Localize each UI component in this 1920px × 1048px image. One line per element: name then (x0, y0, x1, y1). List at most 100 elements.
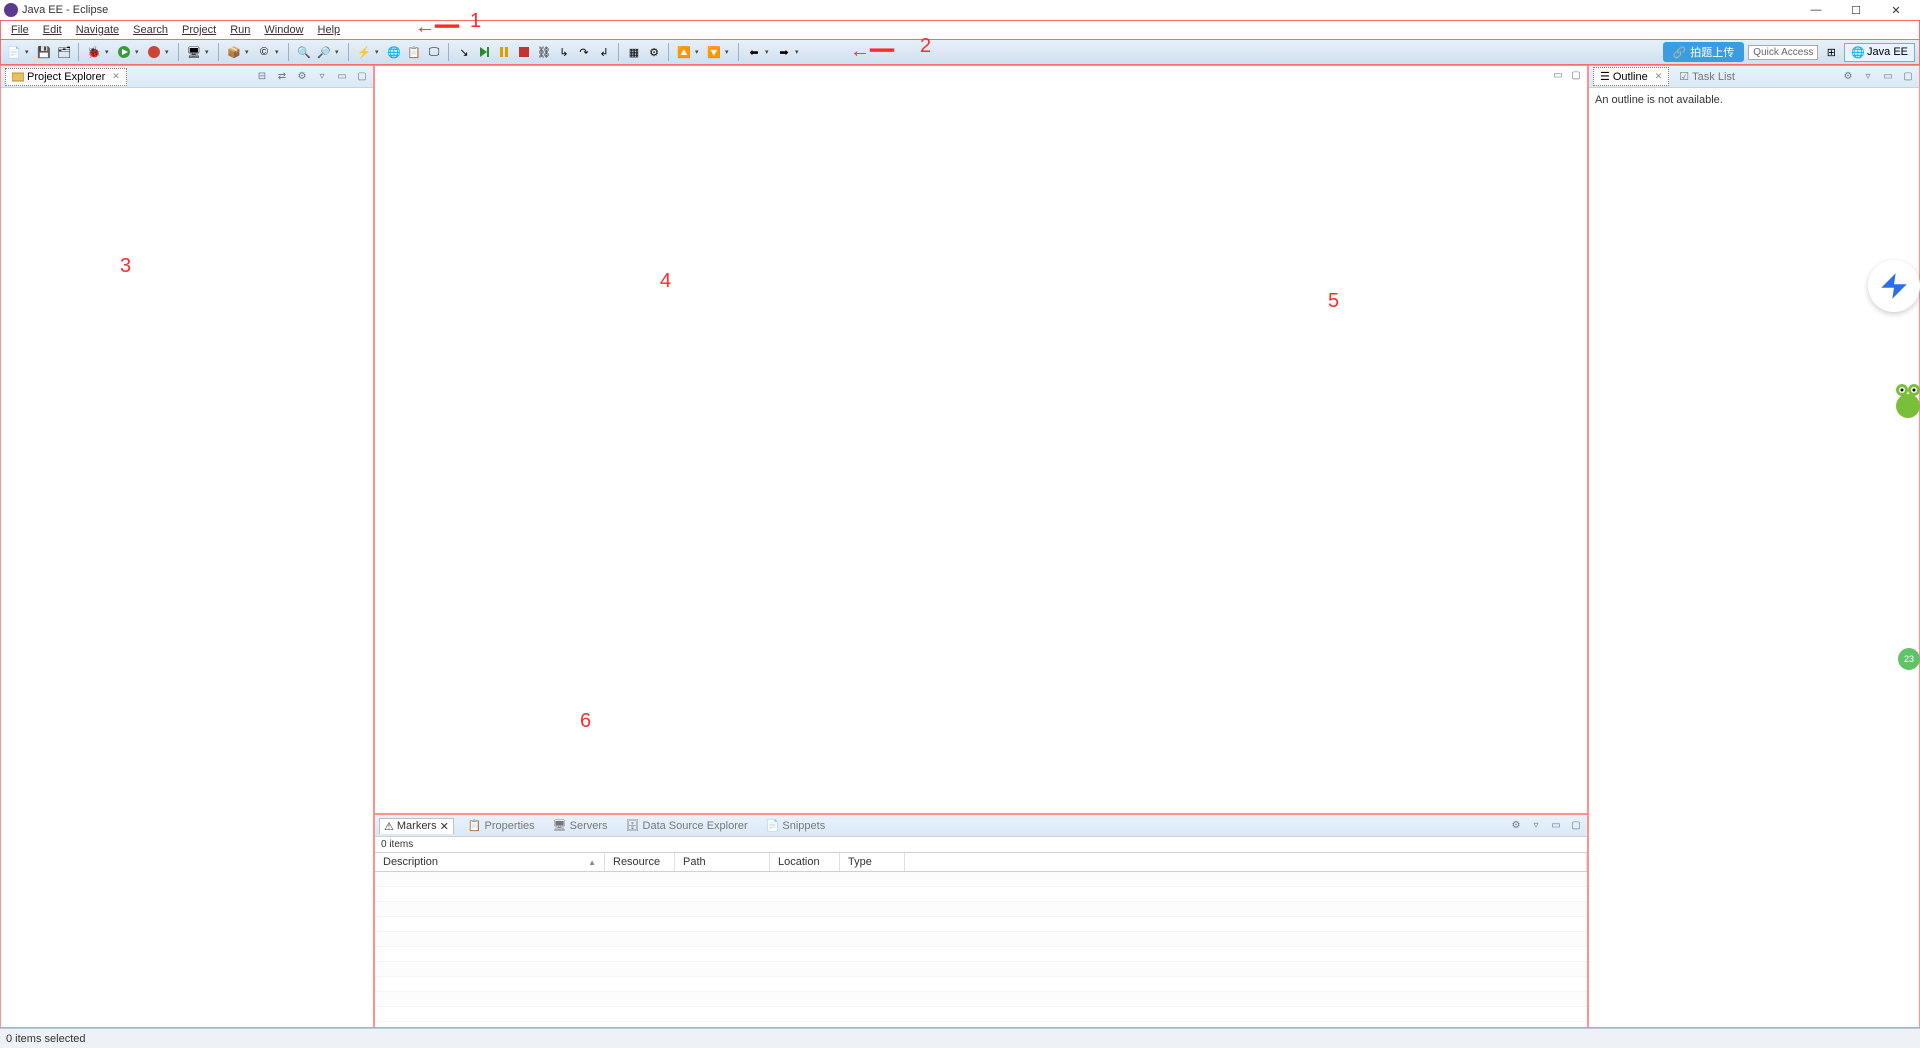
minimize-button[interactable]: — (1796, 0, 1836, 20)
globe-icon[interactable]: 🌐 (385, 43, 403, 61)
dropdown-icon[interactable]: ▾ (335, 48, 343, 56)
jsp-icon[interactable]: 📋 (405, 43, 423, 61)
col-type[interactable]: Type (840, 853, 905, 871)
dropdown-icon[interactable]: ▾ (695, 48, 703, 56)
new-icon[interactable]: 📄 (5, 43, 23, 61)
save-all-icon[interactable]: 🗂 (55, 43, 73, 61)
menu-project[interactable]: Project (176, 22, 222, 38)
step-into-icon[interactable]: ↳ (555, 43, 573, 61)
menu-run[interactable]: Run (224, 22, 256, 38)
search-icon[interactable]: 🔎 (315, 43, 333, 61)
maximize-editor-icon[interactable]: ▢ (1569, 68, 1583, 82)
dropdown-icon[interactable]: ▾ (245, 48, 253, 56)
tab-data-source-explorer[interactable]: 🗄 Data Source Explorer (622, 818, 752, 833)
tab-label: Project Explorer (27, 71, 105, 83)
disconnect-icon[interactable]: ⛓ (535, 43, 553, 61)
tab-label: Data Source Explorer (643, 820, 748, 832)
drop-icon[interactable]: ▦ (625, 43, 643, 61)
close-icon[interactable]: ✕ (440, 820, 449, 833)
close-icon[interactable]: ✕ (1655, 71, 1663, 82)
menu-icon[interactable]: ▿ (1529, 819, 1543, 833)
link-editor-icon[interactable]: ⇄ (275, 70, 289, 84)
filter-icon[interactable]: ⚙ (1841, 70, 1855, 84)
menu-window[interactable]: Window (258, 22, 309, 38)
dropdown-icon[interactable]: ▾ (165, 48, 173, 56)
tab-task-list[interactable]: ☑ Task List (1675, 69, 1739, 84)
right-panel: ☰ Outline ✕ ☑ Task List ⚙ ▿ ▭ ▢ An outli… (1588, 65, 1920, 1028)
workspace: Project Explorer ✕ ⊟ ⇄ ⚙ ▿ ▭ ▢ ▭ ▢ (0, 65, 1920, 1028)
dropdown-icon[interactable]: ▾ (205, 48, 213, 56)
open-perspective-icon[interactable]: ⊞ (1822, 43, 1840, 61)
resume-icon[interactable] (475, 43, 493, 61)
wand-icon[interactable]: ⚡ (355, 43, 373, 61)
minimize-view-icon[interactable]: ▭ (1549, 819, 1563, 833)
sort-asc-icon: ▲ (588, 858, 596, 867)
open-type-icon[interactable]: 🔍 (295, 43, 313, 61)
dropdown-icon[interactable]: ▾ (725, 48, 733, 56)
tab-snippets[interactable]: 📄 Snippets (762, 818, 830, 833)
forward-icon[interactable]: ➡ (775, 43, 793, 61)
col-location[interactable]: Location (770, 853, 840, 871)
menu-help[interactable]: Help (312, 22, 347, 38)
upload-pill[interactable]: 🔗 拍题上传 (1663, 42, 1745, 62)
menu-search[interactable]: Search (127, 22, 174, 38)
col-path[interactable]: Path (675, 853, 770, 871)
dropdown-icon[interactable]: ▾ (105, 48, 113, 56)
menu-file[interactable]: File (5, 22, 35, 38)
markers-rows[interactable] (375, 872, 1587, 1027)
screen-icon[interactable]: 🖵 (425, 43, 443, 61)
maximize-view-icon[interactable]: ▢ (1569, 819, 1583, 833)
dropdown-icon[interactable]: ▾ (795, 48, 803, 56)
prev-annot-icon[interactable]: 🔼 (675, 43, 693, 61)
badge-icon[interactable]: 23 (1898, 648, 1920, 670)
filter-icon[interactable]: ⚙ (295, 70, 309, 84)
maximize-button[interactable]: ☐ (1836, 0, 1876, 20)
tab-servers[interactable]: 🖥 Servers (549, 818, 612, 833)
minimize-view-icon[interactable]: ▭ (1881, 70, 1895, 84)
minimize-editor-icon[interactable]: ▭ (1551, 68, 1565, 82)
dropdown-icon[interactable]: ▾ (135, 48, 143, 56)
menu-edit[interactable]: Edit (37, 22, 68, 38)
dropdown-icon[interactable]: ▾ (25, 48, 33, 56)
minimize-view-icon[interactable]: ▭ (335, 70, 349, 84)
editor-area[interactable]: ▭ ▢ (374, 65, 1588, 814)
menu-icon[interactable]: ▿ (315, 70, 329, 84)
new-server-icon[interactable]: 🖥 (185, 43, 203, 61)
menu-navigate[interactable]: Navigate (70, 22, 125, 38)
new-package-icon[interactable]: 📦 (225, 43, 243, 61)
col-resource[interactable]: Resource (605, 853, 675, 871)
perspective-javaee[interactable]: 🌐 Java EE (1844, 43, 1915, 62)
maximize-view-icon[interactable]: ▢ (1901, 70, 1915, 84)
step-over-icon[interactable]: ↷ (575, 43, 593, 61)
close-button[interactable]: ✕ (1876, 0, 1916, 20)
dropdown-icon[interactable]: ▾ (375, 48, 383, 56)
skip-icon[interactable]: ↘ (455, 43, 473, 61)
dropdown-icon[interactable]: ▾ (765, 48, 773, 56)
frog-app-icon[interactable] (1896, 380, 1920, 418)
tab-project-explorer[interactable]: Project Explorer ✕ (5, 68, 127, 86)
thunder-app-icon[interactable] (1868, 260, 1920, 312)
tab-properties[interactable]: 📋 Properties (464, 818, 539, 833)
project-explorer-body[interactable] (1, 88, 373, 1027)
tab-outline[interactable]: ☰ Outline ✕ (1593, 67, 1669, 86)
filter-icon[interactable]: ⚙ (1509, 819, 1523, 833)
col-description[interactable]: Description ▲ (375, 853, 605, 871)
new-class-icon[interactable]: © (255, 43, 273, 61)
quick-access-field[interactable]: Quick Access (1748, 45, 1818, 60)
tab-markers[interactable]: ⚠ Markers ✕ (379, 818, 454, 834)
close-icon[interactable]: ✕ (112, 71, 120, 82)
run-icon[interactable] (115, 43, 133, 61)
menu-icon[interactable]: ▿ (1861, 70, 1875, 84)
terminate-icon[interactable] (515, 43, 533, 61)
next-annot-icon[interactable]: 🔽 (705, 43, 723, 61)
suspend-icon[interactable] (495, 43, 513, 61)
collapse-all-icon[interactable]: ⊟ (255, 70, 269, 84)
run-ext-icon[interactable] (145, 43, 163, 61)
use-step-icon[interactable]: ⚙ (645, 43, 663, 61)
back-icon[interactable]: ⬅ (745, 43, 763, 61)
maximize-view-icon[interactable]: ▢ (355, 70, 369, 84)
dropdown-icon[interactable]: ▾ (275, 48, 283, 56)
step-return-icon[interactable]: ↲ (595, 43, 613, 61)
debug-icon[interactable]: 🐞 (85, 43, 103, 61)
save-icon[interactable]: 💾 (35, 43, 53, 61)
